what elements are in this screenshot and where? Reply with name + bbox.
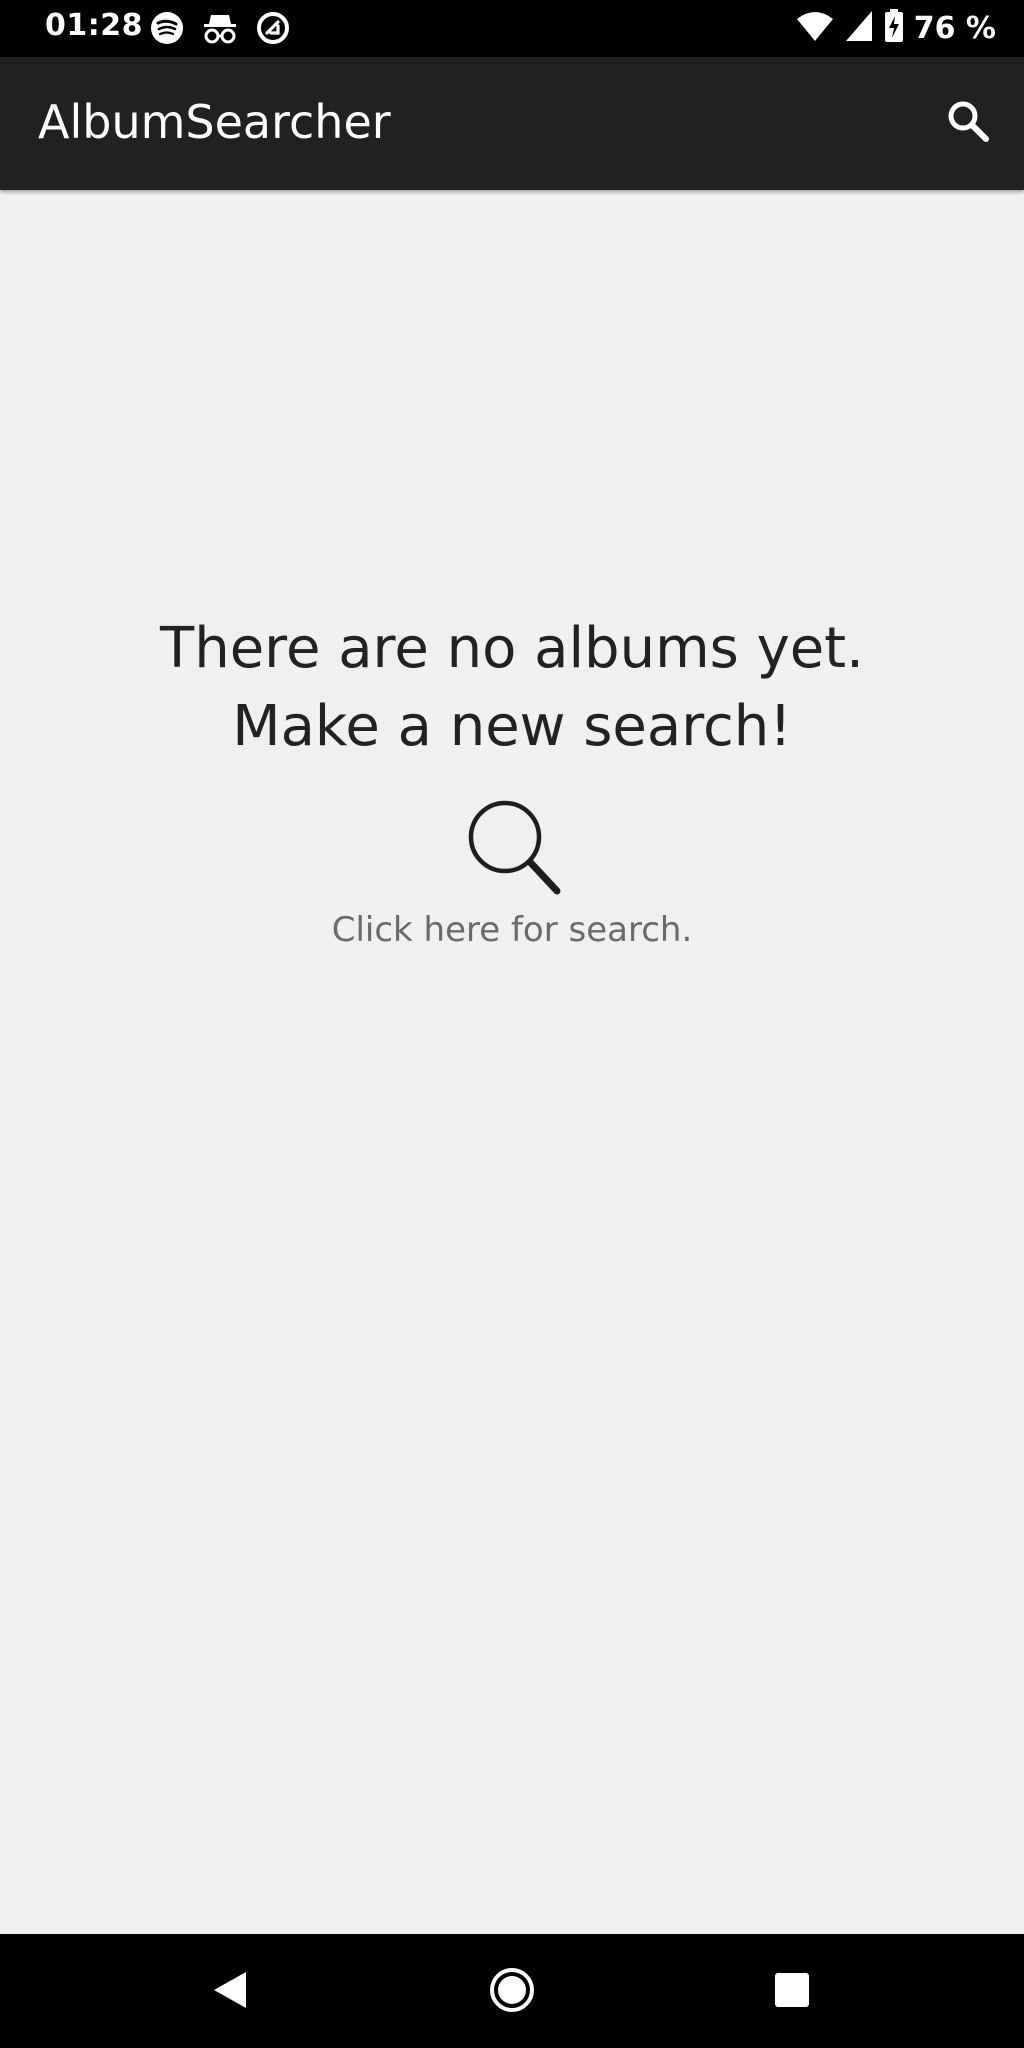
empty-state: There are no albums yet. Make a new sear… <box>0 610 1024 950</box>
vpn-icon <box>256 11 290 49</box>
wifi-icon <box>796 9 834 47</box>
search-button[interactable] <box>942 97 994 149</box>
empty-search-action[interactable]: Click here for search. <box>0 792 1024 950</box>
magnifier-icon[interactable] <box>0 792 1024 902</box>
search-hint-link[interactable]: Click here for search. <box>0 910 1024 950</box>
spotify-icon <box>150 11 184 49</box>
recents-button[interactable] <box>762 1962 822 2022</box>
home-button[interactable] <box>482 1962 542 2022</box>
app-bar: AlbumSearcher <box>0 57 1024 190</box>
recents-icon <box>772 1970 812 2014</box>
status-time: 01:28 <box>45 8 143 43</box>
app-title: AlbumSearcher <box>38 95 391 149</box>
battery-charging-icon <box>884 9 904 47</box>
incognito-icon <box>202 11 238 49</box>
empty-message-line2: Make a new search! <box>232 694 792 759</box>
status-icons-left <box>150 11 290 49</box>
home-icon <box>488 1966 536 2018</box>
battery-level: 76 % <box>913 10 996 46</box>
navigation-bar <box>0 1934 1024 2048</box>
status-bar: 01:28 76 % <box>0 0 1024 57</box>
back-icon <box>208 1968 252 2016</box>
empty-message-line1: There are no albums yet. <box>160 616 864 681</box>
signal-icon <box>844 9 874 47</box>
back-button[interactable] <box>200 1962 260 2022</box>
status-icons-right: 76 % <box>796 9 996 47</box>
search-icon <box>946 99 990 147</box>
